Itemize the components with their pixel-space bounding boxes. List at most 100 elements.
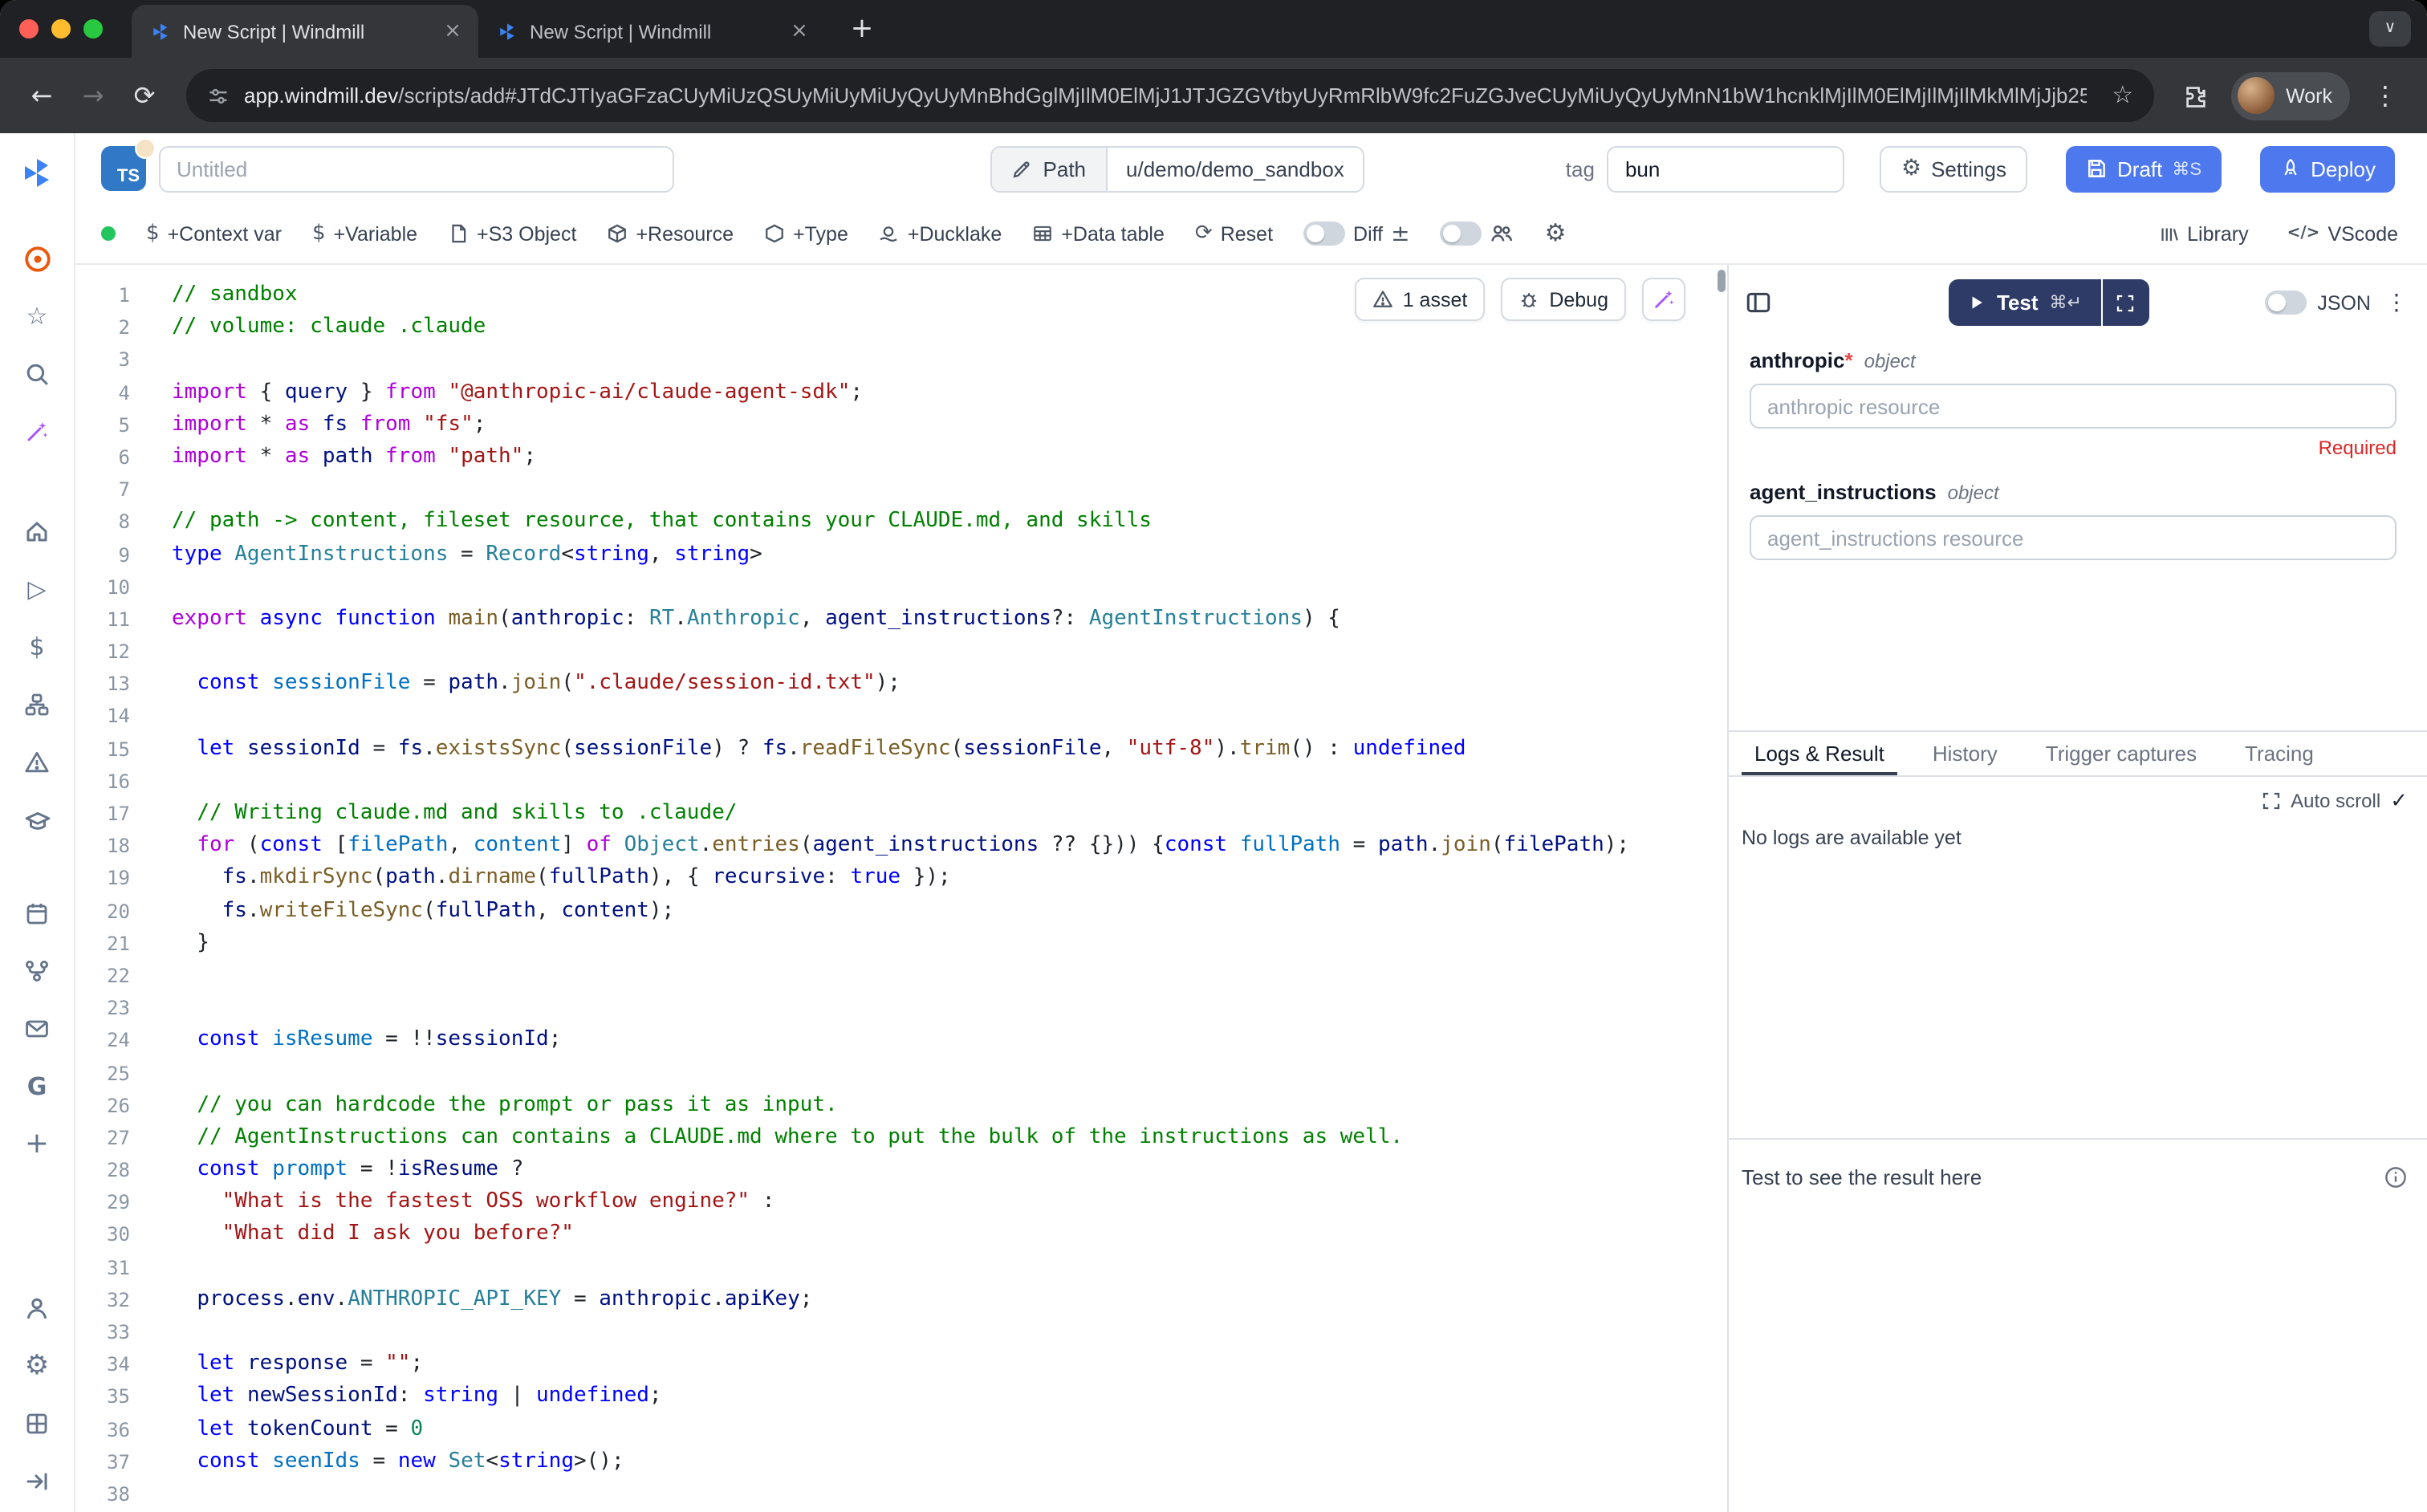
zoom-window-button[interactable] — [83, 19, 103, 39]
minimize-window-button[interactable] — [51, 19, 71, 39]
info-icon[interactable] — [2384, 1165, 2408, 1189]
browser-window: New Script | Windmill × New Script | Win… — [0, 0, 2427, 1512]
diff-toggle[interactable] — [1303, 222, 1345, 246]
tutorials-graduation-icon[interactable] — [19, 803, 55, 838]
flows-branch-icon[interactable] — [19, 953, 55, 989]
auto-scroll-row: Auto scroll ✓ — [1742, 790, 2408, 812]
library-button[interactable]: Library — [2158, 222, 2248, 245]
add-type-button[interactable]: +Type — [764, 222, 848, 245]
ai-assist-wand-button[interactable] — [1642, 278, 1685, 321]
editor-overlay: 1 asset Debug — [1355, 278, 1685, 321]
reset-button[interactable]: ⟳Reset — [1195, 222, 1273, 245]
mail-icon[interactable] — [19, 1011, 55, 1047]
draft-button[interactable]: Draft ⌘S — [2066, 145, 2221, 192]
windmill-logo[interactable] — [18, 154, 56, 193]
json-toggle-label: JSON — [2317, 291, 2371, 314]
panel-collapse-icon[interactable] — [1745, 289, 1772, 316]
apps-grid-icon[interactable] — [19, 1406, 55, 1441]
editor-scrollbar-thumb[interactable] — [1718, 270, 1726, 292]
path-value[interactable]: u/demo/demo_sandbox — [1107, 147, 1364, 190]
reload-icon[interactable]: ⟳ — [122, 73, 167, 118]
forward-icon[interactable]: → — [71, 73, 116, 118]
browser-tab-active[interactable]: New Script | Windmill × — [132, 5, 478, 58]
debug-button[interactable]: Debug — [1501, 278, 1626, 321]
toolbar-right-group: Library </>VScode — [2158, 222, 2398, 245]
browser-toolbar: ← → ⟳ app.windmill.dev/scripts/add#JTdCJ… — [0, 58, 2427, 133]
code-editor[interactable]: 1234567891011121314151617181920212223242… — [75, 265, 1727, 1512]
triggers-alert-icon[interactable] — [19, 745, 55, 780]
new-tab-button[interactable]: + — [841, 8, 883, 50]
add-s3-object-button[interactable]: +S3 Object — [448, 222, 576, 245]
field-name: agent_instructions — [1750, 480, 1937, 504]
code-lines[interactable]: // sandbox// volume: claude .claude impo… — [172, 265, 1711, 1512]
magic-wand-icon — [1652, 287, 1676, 311]
bookmark-star-icon[interactable]: ☆ — [2100, 83, 2144, 108]
draft-button-label: Draft — [2117, 156, 2162, 181]
resources-icon[interactable] — [19, 687, 55, 722]
multiplayer-toggle[interactable] — [1441, 222, 1482, 246]
test-fullscreen-button[interactable] — [2103, 279, 2149, 326]
ai-wand-icon[interactable] — [19, 414, 55, 449]
add-plus-icon[interactable]: + — [19, 1127, 55, 1162]
field-agent-instructions: agent_instructions object — [1750, 480, 2397, 560]
home-icon[interactable] — [19, 514, 55, 549]
google-g-icon[interactable]: G — [19, 1069, 55, 1104]
auto-scroll-checkbox[interactable]: ✓ — [2390, 791, 2408, 811]
field-name: anthropic* — [1750, 348, 1853, 372]
extensions-puzzle-icon[interactable] — [2173, 73, 2218, 118]
close-window-button[interactable] — [19, 19, 39, 39]
add-variable-button[interactable]: $+Variable — [312, 222, 417, 245]
variables-dollar-icon[interactable]: $ — [19, 629, 55, 665]
tab-trigger-captures[interactable]: Trigger captures — [2033, 732, 2210, 775]
file-icon — [448, 223, 469, 244]
runs-play-icon[interactable]: ▷ — [19, 571, 55, 607]
tab-title: New Script | Windmill — [183, 20, 429, 43]
path-edit-button[interactable]: Path — [992, 147, 1108, 190]
test-button-label: Test — [1997, 291, 2039, 315]
summary-input[interactable] — [159, 145, 674, 192]
path-control[interactable]: Path u/demo/demo_sandbox — [990, 145, 1365, 192]
settings-button[interactable]: ⚙ Settings — [1880, 145, 2027, 192]
debug-button-label: Debug — [1549, 288, 1608, 311]
arguments-form: anthropic* object Required agent_instruc… — [1729, 327, 2427, 730]
user-icon[interactable] — [19, 1290, 55, 1326]
panel-toolbar: Test ⌘↵ JSON ⋮ — [1729, 265, 2427, 327]
sidebar-bottom-group: ⚙ — [19, 1290, 55, 1499]
add-context-var-button[interactable]: $+Context var — [146, 222, 282, 245]
language-badge-typescript[interactable]: TS — [101, 146, 146, 191]
assets-button[interactable]: 1 asset — [1355, 278, 1486, 321]
browser-menu-kebab-icon[interactable]: ⋮ — [2363, 73, 2408, 118]
schedules-calendar-icon[interactable] — [19, 896, 55, 931]
collapse-arrow-icon[interactable] — [19, 1464, 55, 1499]
editor-settings-gear-icon[interactable]: ⚙ — [1545, 222, 1567, 246]
anthropic-resource-input[interactable] — [1750, 384, 2397, 429]
close-tab-icon[interactable]: × — [787, 18, 812, 44]
close-tab-icon[interactable]: × — [440, 18, 465, 44]
tab-tracing[interactable]: Tracing — [2232, 732, 2327, 775]
agent-instructions-resource-input[interactable] — [1750, 515, 2397, 560]
search-icon[interactable] — [19, 356, 55, 392]
site-settings-icon[interactable] — [207, 84, 230, 107]
address-bar[interactable]: app.windmill.dev/scripts/add#JTdCJTIyaGF… — [186, 69, 2154, 122]
add-data-table-button[interactable]: +Data table — [1032, 222, 1165, 245]
tab-logs-result[interactable]: Logs & Result — [1742, 732, 1897, 775]
tag-input[interactable] — [1608, 145, 1845, 192]
hub-icon[interactable] — [19, 241, 55, 276]
browser-tab-inactive[interactable]: New Script | Windmill × — [478, 5, 825, 58]
deploy-button[interactable]: Deploy — [2259, 145, 2395, 192]
tab-search-button[interactable]: ∨ — [2369, 11, 2411, 47]
vscode-button[interactable]: </>VScode — [2287, 222, 2398, 245]
add-ducklake-button[interactable]: +Ducklake — [879, 222, 1002, 245]
test-button[interactable]: Test ⌘↵ — [1949, 279, 2101, 326]
diff-plus-minus-icon[interactable]: ± — [1391, 222, 1409, 245]
windmill-app: ☆ ▷ $ G + ⚙ TS — [0, 133, 2427, 1512]
browser-profile-chip[interactable]: Work — [2231, 71, 2350, 120]
add-resource-button[interactable]: +Resource — [607, 222, 734, 245]
panel-menu-kebab-icon[interactable]: ⋮ — [2385, 291, 2408, 314]
settings-gear-icon[interactable]: ⚙ — [19, 1348, 55, 1384]
back-icon[interactable]: ← — [19, 73, 64, 118]
settings-button-label: Settings — [1931, 156, 2006, 181]
favorites-star-icon[interactable]: ☆ — [19, 299, 55, 334]
json-toggle[interactable] — [2264, 291, 2306, 315]
tab-history[interactable]: History — [1920, 732, 2010, 775]
